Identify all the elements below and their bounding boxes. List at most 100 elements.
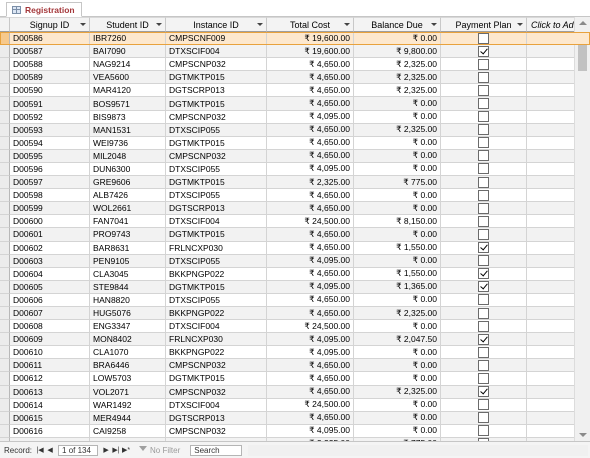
cell-total-cost[interactable]: ₹ 4,095.00 bbox=[267, 333, 354, 347]
payment-plan-checkbox[interactable] bbox=[478, 202, 489, 214]
payment-plan-checkbox[interactable] bbox=[478, 176, 489, 188]
first-record-icon[interactable]: |◀ bbox=[35, 445, 45, 456]
cell-payment-plan[interactable] bbox=[441, 149, 527, 163]
cell-student-id[interactable]: VEA5600 bbox=[90, 71, 166, 85]
filter-toggle[interactable]: No Filter bbox=[139, 446, 180, 455]
cell-instance-id[interactable]: FRLNCXP030 bbox=[166, 241, 267, 255]
cell-instance-id[interactable]: DTXSCIF004 bbox=[166, 215, 267, 229]
record-selector[interactable] bbox=[0, 32, 10, 46]
table-row[interactable]: D00602 BAR8631 FRLNCXP030 ₹ 4,650.00 ₹ 1,550… bbox=[0, 241, 590, 255]
cell-signup-id[interactable]: D00607 bbox=[10, 306, 90, 321]
cell-payment-plan[interactable] bbox=[441, 267, 527, 281]
payment-plan-checkbox[interactable] bbox=[478, 372, 489, 384]
payment-plan-checkbox[interactable] bbox=[478, 333, 489, 345]
column-header-student-id[interactable]: Student ID bbox=[90, 17, 166, 32]
payment-plan-checkbox[interactable] bbox=[478, 98, 489, 110]
cell-payment-plan[interactable] bbox=[441, 411, 527, 425]
cell-instance-id[interactable]: DGTMKTP015 bbox=[166, 71, 267, 85]
table-row[interactable]: D00587 BAI7090 DTXSCIF004 ₹ 19,600.00 ₹ 9,80… bbox=[0, 45, 590, 59]
cell-signup-id[interactable]: D00616 bbox=[10, 424, 90, 438]
cell-balance-due[interactable]: ₹ 2,325.00 bbox=[354, 385, 441, 399]
cell-signup-id[interactable]: D00606 bbox=[10, 293, 90, 307]
cell-student-id[interactable]: BAR8631 bbox=[90, 241, 166, 255]
cell-total-cost[interactable]: ₹ 4,095.00 bbox=[267, 346, 354, 360]
cell-signup-id[interactable]: D00590 bbox=[10, 84, 90, 98]
record-selector[interactable] bbox=[0, 267, 10, 281]
cell-student-id[interactable]: CAI9258 bbox=[90, 424, 166, 438]
cell-payment-plan[interactable] bbox=[441, 32, 527, 46]
payment-plan-checkbox[interactable] bbox=[478, 242, 489, 254]
sort-filter-dropdown-icon[interactable] bbox=[517, 23, 523, 26]
cell-balance-due[interactable]: ₹ 2,325.00 bbox=[354, 58, 441, 72]
record-selector[interactable] bbox=[0, 372, 10, 386]
table-row[interactable]: D00612 LOW5703 DGTMKTP015 ₹ 4,650.00 ₹ 0.00 bbox=[0, 372, 590, 386]
cell-click-to-add[interactable] bbox=[527, 32, 590, 46]
cell-balance-due[interactable]: ₹ 0.00 bbox=[354, 32, 441, 46]
cell-signup-id[interactable]: D00602 bbox=[10, 241, 90, 255]
cell-student-id[interactable]: VOL2071 bbox=[90, 385, 166, 399]
payment-plan-checkbox[interactable] bbox=[478, 111, 489, 123]
next-record-icon[interactable]: ▶ bbox=[101, 445, 111, 456]
cell-balance-due[interactable]: ₹ 2,325.00 bbox=[354, 123, 441, 137]
cell-total-cost[interactable]: ₹ 4,650.00 bbox=[267, 372, 354, 386]
cell-signup-id[interactable]: D00595 bbox=[10, 149, 90, 163]
prev-record-icon[interactable]: ◀ bbox=[45, 445, 55, 456]
cell-signup-id[interactable]: D00588 bbox=[10, 58, 90, 72]
cell-signup-id[interactable]: D00614 bbox=[10, 398, 90, 412]
cell-student-id[interactable]: MON8402 bbox=[90, 333, 166, 347]
cell-signup-id[interactable]: D00586 bbox=[10, 32, 90, 46]
table-row[interactable]: D00603 PEN9105 DTXSCIP055 ₹ 4,095.00 ₹ 0.00 bbox=[0, 254, 590, 268]
cell-payment-plan[interactable] bbox=[441, 110, 527, 124]
table-row[interactable]: D00608 ENG3347 DTXSCIF004 ₹ 24,500.00 ₹ 0.00 bbox=[0, 320, 590, 334]
cell-payment-plan[interactable] bbox=[441, 58, 527, 72]
column-header-signup-id[interactable]: Signup ID bbox=[10, 17, 90, 32]
record-selector[interactable] bbox=[0, 202, 10, 216]
column-header-instance-id[interactable]: Instance ID bbox=[166, 17, 267, 32]
payment-plan-checkbox[interactable] bbox=[478, 150, 489, 162]
cell-instance-id[interactable]: DTXSCIP055 bbox=[166, 254, 267, 268]
cell-instance-id[interactable]: DGTMKTP015 bbox=[166, 372, 267, 386]
cell-balance-due[interactable]: ₹ 0.00 bbox=[354, 136, 441, 150]
record-position-field[interactable]: 1 of 134 bbox=[58, 444, 99, 456]
table-row[interactable]: D00595 MIL2048 CMPSCNP032 ₹ 4,650.00 ₹ 0.00 bbox=[0, 149, 590, 163]
record-selector[interactable] bbox=[0, 359, 10, 373]
cell-instance-id[interactable]: DGTMKTP015 bbox=[166, 228, 267, 242]
sort-filter-dropdown-icon[interactable] bbox=[257, 23, 263, 26]
cell-student-id[interactable]: MAN1531 bbox=[90, 123, 166, 137]
cell-instance-id[interactable]: CMPSCNP032 bbox=[166, 58, 267, 72]
cell-payment-plan[interactable] bbox=[441, 241, 527, 255]
cell-signup-id[interactable]: D00596 bbox=[10, 162, 90, 177]
cell-signup-id[interactable]: D00600 bbox=[10, 215, 90, 229]
record-selector[interactable] bbox=[0, 149, 10, 163]
cell-total-cost[interactable]: ₹ 4,650.00 bbox=[267, 84, 354, 98]
cell-signup-id[interactable]: D00603 bbox=[10, 254, 90, 268]
sort-filter-dropdown-icon[interactable] bbox=[80, 23, 86, 26]
cell-payment-plan[interactable] bbox=[441, 333, 527, 347]
cell-student-id[interactable]: CLA1070 bbox=[90, 346, 166, 360]
select-all-corner[interactable] bbox=[0, 17, 10, 32]
cell-instance-id[interactable]: BKKPNGP022 bbox=[166, 346, 267, 360]
cell-student-id[interactable]: MIL2048 bbox=[90, 149, 166, 163]
vertical-scrollbar[interactable] bbox=[574, 17, 590, 441]
cell-signup-id[interactable]: D00597 bbox=[10, 176, 90, 190]
cell-balance-due[interactable]: ₹ 1,365.00 bbox=[354, 280, 441, 294]
cell-student-id[interactable]: PRO9743 bbox=[90, 228, 166, 242]
table-row[interactable]: D00596 DUN6300 DTXSCIP055 ₹ 4,095.00 ₹ 0.00 bbox=[0, 162, 590, 177]
cell-student-id[interactable]: BRA6446 bbox=[90, 359, 166, 373]
cell-total-cost[interactable]: ₹ 4,095.00 bbox=[267, 280, 354, 294]
cell-balance-due[interactable]: ₹ 0.00 bbox=[354, 202, 441, 216]
record-selector[interactable] bbox=[0, 110, 10, 124]
cell-total-cost[interactable]: ₹ 4,650.00 bbox=[267, 97, 354, 111]
cell-total-cost[interactable]: ₹ 4,650.00 bbox=[267, 136, 354, 150]
cell-signup-id[interactable]: D00594 bbox=[10, 136, 90, 150]
cell-student-id[interactable]: HAN8820 bbox=[90, 293, 166, 307]
cell-student-id[interactable]: HUG5076 bbox=[90, 306, 166, 321]
table-row[interactable]: D00597 GRE9606 DGTMKTP015 ₹ 2,325.00 ₹ 775.0… bbox=[0, 176, 590, 190]
new-record-icon[interactable]: ▶* bbox=[121, 445, 131, 456]
cell-balance-due[interactable]: ₹ 2,047.50 bbox=[354, 333, 441, 347]
record-selector[interactable] bbox=[0, 385, 10, 399]
cell-balance-due[interactable]: ₹ 1,550.00 bbox=[354, 241, 441, 255]
cell-payment-plan[interactable] bbox=[441, 372, 527, 386]
record-selector[interactable] bbox=[0, 215, 10, 229]
cell-student-id[interactable]: ENG3347 bbox=[90, 320, 166, 334]
